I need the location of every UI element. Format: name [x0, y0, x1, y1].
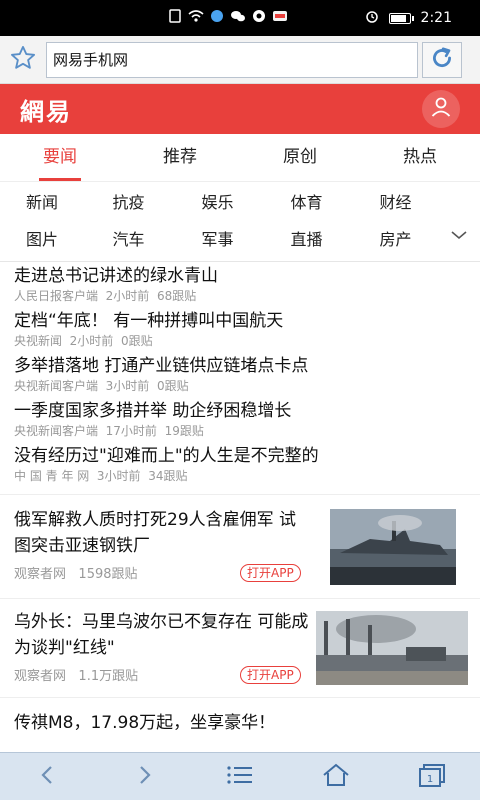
user-icon: [429, 95, 453, 123]
app-notification-icon: [210, 9, 224, 27]
forward-button[interactable]: [114, 757, 174, 797]
category-finance[interactable]: 财经: [351, 189, 440, 213]
svg-text:1: 1: [427, 774, 433, 785]
status-bar: 2:21: [0, 0, 480, 36]
category-sports[interactable]: 体育: [262, 189, 351, 213]
news-meta: 中 国 青 年 网 3小时前 34跟贴: [14, 469, 188, 483]
back-icon: [36, 763, 60, 791]
user-button[interactable]: [422, 90, 460, 128]
forward-icon: [132, 763, 156, 791]
divider: [0, 697, 480, 698]
news-meta: 央视新闻客户端 3小时前 0跟贴: [14, 379, 189, 393]
chevron-down-icon[interactable]: [450, 226, 468, 245]
address-bar[interactable]: 网易手机网: [46, 41, 418, 78]
home-icon: [321, 762, 351, 792]
category-entertainment[interactable]: 娱乐: [173, 189, 262, 213]
tab-tuijian[interactable]: 推荐: [120, 134, 240, 181]
chat-notification-icon: [230, 9, 246, 27]
news-title: 定档“年底！ 有一种拼搏叫中国航天: [14, 311, 284, 331]
shopping-notification-icon: [272, 9, 288, 27]
category-auto[interactable]: 汽车: [84, 226, 173, 250]
image-news-meta: 观察者网 1.1万跟贴: [14, 669, 139, 684]
open-app-button[interactable]: 打开APP: [240, 666, 301, 684]
news-title: 没有经历过"迎难而上"的人生是不完整的: [14, 446, 319, 466]
tabs-button[interactable]: 1: [402, 757, 462, 797]
tab-yaowen[interactable]: 要闻: [0, 134, 120, 181]
news-meta: 央视新闻 2小时前 0跟贴: [14, 334, 153, 348]
list-item[interactable]: 没有经历过"迎难而上"的人生是不完整的 中 国 青 年 网 3小时前 34跟贴: [0, 442, 480, 487]
list-item[interactable]: 走进总书记讲述的绿水青山 人民日报客户端 2小时前 68跟贴: [0, 262, 480, 307]
image-news-meta: 观察者网 1598跟贴: [14, 567, 138, 582]
news-meta: 人民日报客户端 2小时前 68跟贴: [14, 289, 197, 303]
category-live[interactable]: 直播: [262, 226, 351, 250]
back-button[interactable]: [18, 757, 78, 797]
battery-level: [390, 14, 406, 22]
ad-title[interactable]: 传祺M8，17.98万起，坐享豪华！: [14, 708, 275, 733]
tabs-icon: 1: [418, 762, 446, 792]
news-title: 走进总书记讲述的绿水青山: [14, 266, 218, 286]
site-header: 網易: [0, 84, 480, 134]
list-item[interactable]: 一季度国家多措并举 助企纾困稳增长 央视新闻客户端 17小时前 19跟贴: [0, 397, 480, 442]
site-logo[interactable]: 網易: [20, 92, 72, 127]
list-item[interactable]: 定档“年底！ 有一种拼搏叫中国航天 央视新闻 2小时前 0跟贴: [0, 307, 480, 352]
news-title: 一季度国家多措并举 助企纾困稳增长: [14, 401, 292, 421]
image-news-title: 俄军解救人质时打死29人含雇佣军 试图突击亚速钢铁厂: [14, 510, 297, 556]
battery-icon: [388, 12, 414, 24]
tab-yuanchuang[interactable]: 原创: [240, 134, 360, 181]
browser-bottom-bar: 1: [0, 752, 480, 800]
refresh-button[interactable]: [422, 41, 462, 78]
category-pictures[interactable]: 图片: [0, 226, 84, 250]
category-realestate[interactable]: 房产: [351, 226, 440, 250]
category-antiepidemic[interactable]: 抗疫: [84, 189, 173, 213]
address-text: 网易手机网: [53, 51, 129, 69]
tab-redian[interactable]: 热点: [360, 134, 480, 181]
news-meta: 央视新闻客户端 17小时前 19跟贴: [14, 424, 204, 438]
image-news-title: 乌外长：马里乌波尔已不复存在 可能成为谈判"红线": [14, 612, 309, 658]
main-tabs: 要闻 推荐 原创 热点: [0, 134, 480, 182]
menu-button[interactable]: [210, 757, 270, 797]
open-app-button[interactable]: 打开APP: [240, 564, 301, 582]
gallery-notification-icon: [252, 9, 266, 27]
star-icon: [9, 44, 37, 76]
news-thumbnail: [330, 509, 456, 585]
refresh-icon: [429, 45, 455, 75]
category-news[interactable]: 新闻: [0, 189, 84, 213]
news-title: 多举措落地 打通产业链供应链堵点卡点: [14, 356, 309, 376]
status-time: 2:21: [420, 10, 452, 26]
news-thumbnail: [316, 611, 468, 685]
home-button[interactable]: [306, 757, 366, 797]
image-news-item[interactable]: 俄军解救人质时打死29人含雇佣军 试图突击亚速钢铁厂 观察者网 1598跟贴 打…: [0, 494, 480, 598]
bookmark-button[interactable]: [0, 36, 46, 84]
category-military[interactable]: 军事: [173, 226, 262, 250]
headline-list: 走进总书记讲述的绿水青山 人民日报客户端 2小时前 68跟贴 定档“年底！ 有一…: [0, 262, 480, 487]
sim-icon: [168, 9, 182, 27]
list-item[interactable]: 多举措落地 打通产业链供应链堵点卡点 央视新闻客户端 3小时前 0跟贴: [0, 352, 480, 397]
menu-icon: [226, 763, 254, 791]
image-news-item[interactable]: 乌外长：马里乌波尔已不复存在 可能成为谈判"红线" 观察者网 1.1万跟贴 打开…: [0, 598, 480, 698]
alarm-icon: [365, 9, 379, 27]
wifi-icon: [188, 9, 204, 27]
status-icons: [168, 9, 288, 27]
browser-toolbar: 网易手机网: [0, 36, 480, 84]
category-nav: 新闻 抗疫 娱乐 体育 财经 图片 汽车 军事 直播 房产: [0, 182, 480, 256]
